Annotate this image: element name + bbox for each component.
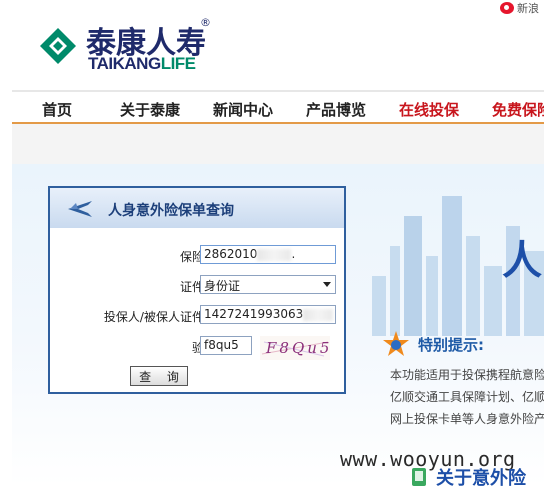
redacted-region bbox=[303, 308, 334, 321]
captcha-input[interactable]: f8qu5 bbox=[200, 336, 252, 355]
query-button[interactable]: 查 询 bbox=[130, 366, 188, 386]
about-accident-insurance-link[interactable]: 关于意外险 bbox=[408, 464, 526, 490]
skyline-building bbox=[426, 256, 438, 336]
logo-diamond-icon bbox=[40, 28, 76, 64]
dropdown-arrow-icon bbox=[323, 282, 331, 287]
site-logo[interactable]: 泰康人寿 ® TAIKANGLIFE bbox=[38, 16, 228, 76]
panel-header: 人身意外险保单查询 bbox=[50, 188, 344, 228]
skyline-building bbox=[466, 236, 480, 336]
skyline-building bbox=[484, 266, 502, 336]
captcha-image-text: F8Qu5 bbox=[265, 339, 330, 357]
nav-item-about[interactable]: 关于泰康 bbox=[120, 99, 180, 120]
nav-item-news[interactable]: 新闻中心 bbox=[213, 99, 273, 120]
sub-nav-band bbox=[12, 124, 544, 164]
policy-number-input[interactable]: 2862010. bbox=[200, 245, 336, 264]
nav-item-products[interactable]: 产品博览 bbox=[306, 99, 366, 120]
notice-text-line: 网上投保卡单等人身意外险产 bbox=[390, 412, 544, 426]
nav-item-free-insurance[interactable]: 免费保险 bbox=[492, 99, 544, 120]
weibo-label: 新浪 bbox=[517, 2, 539, 15]
skyline-building bbox=[442, 196, 462, 336]
nav-item-home[interactable]: 首页 bbox=[42, 99, 72, 120]
notice-text-line: 本功能适用于投保携程航意险 bbox=[390, 368, 544, 382]
skyline-building bbox=[372, 276, 386, 336]
bottom-link-label: 关于意外险 bbox=[436, 468, 526, 489]
redacted-region bbox=[257, 248, 292, 261]
main-nav: 首页 关于泰康 新闻中心 产品博览 在线投保 免费保险 bbox=[12, 92, 544, 122]
nav-item-online-insure[interactable]: 在线投保 bbox=[399, 99, 459, 120]
notice-header: 特别提示: bbox=[382, 330, 484, 358]
phone-icon bbox=[412, 468, 426, 486]
notice-title: 特别提示: bbox=[418, 335, 484, 354]
skyline-building bbox=[404, 216, 422, 336]
notice-star-icon bbox=[383, 331, 409, 356]
skyline-building bbox=[390, 246, 400, 336]
top-bar: 新浪 bbox=[0, 0, 544, 16]
weibo-icon bbox=[500, 2, 514, 14]
panel-title: 人身意外险保单查询 bbox=[108, 203, 234, 219]
registered-mark: ® bbox=[200, 16, 211, 29]
id-type-select[interactable]: 身份证 bbox=[200, 275, 336, 294]
id-number-input[interactable]: 1427241993063 bbox=[200, 305, 336, 324]
query-form: 保险单号: 2862010. 证件类型: 身份证 投保人/被保人证件号码: 14… bbox=[50, 228, 344, 392]
airplane-icon bbox=[68, 201, 92, 217]
weibo-link[interactable]: 新浪 bbox=[500, 0, 539, 16]
logo-english-name: TAIKANGLIFE bbox=[88, 54, 196, 73]
banner-title: 人 bbox=[502, 238, 542, 284]
captcha-image[interactable]: F8Qu5 bbox=[260, 336, 330, 360]
notice-text-line: 亿顺交通工具保障计划、亿顺 bbox=[390, 390, 544, 404]
policy-query-panel: 人身意外险保单查询 保险单号: 2862010. 证件类型: 身份证 投保人/被… bbox=[48, 186, 346, 394]
